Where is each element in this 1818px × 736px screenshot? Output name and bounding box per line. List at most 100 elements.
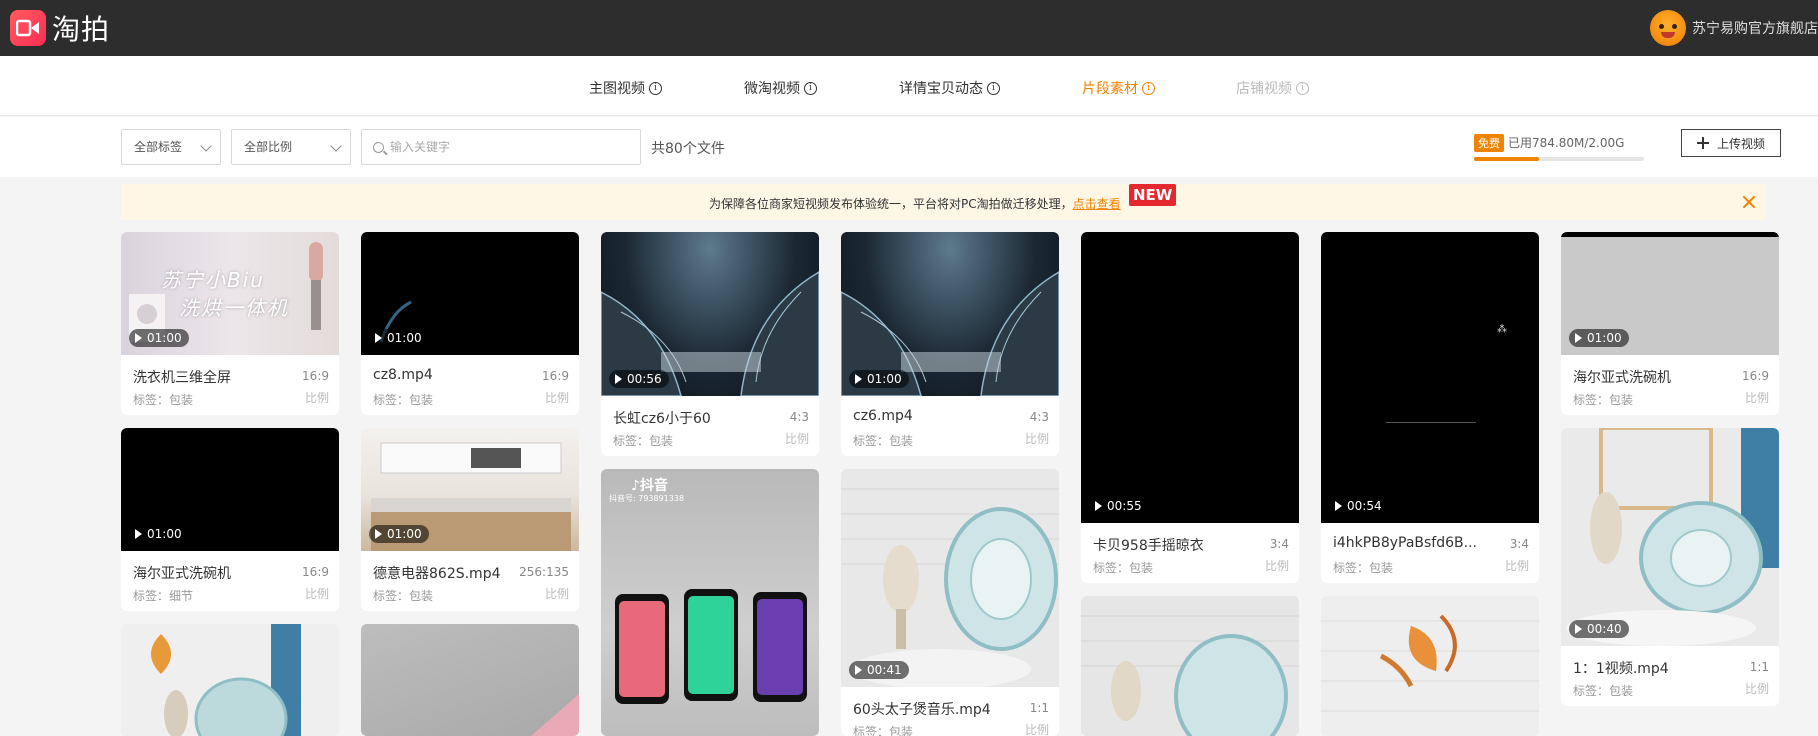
tab-main-video[interactable]: 主图视频 i [589,78,662,98]
tab-clip-material[interactable]: 片段素材 i [1082,78,1155,98]
tab-shop-video[interactable]: 店铺视频 i [1236,78,1309,98]
dishes-scene [841,469,1059,687]
ratio-label: 比例 [1744,682,1769,696]
video-card[interactable] [1321,596,1539,736]
video-ratio: 1:1 [1749,660,1769,674]
video-ratio: 256:135 [519,565,569,579]
tab-label: 微淘视频 [744,81,800,97]
video-card[interactable]: 00:55 卡贝958手摇晾衣 标签：包装 3:4 比例 [1081,232,1299,583]
storage-used-text: 已用784.80M/2.00G [1508,136,1625,150]
duration-badge: 00:41 [849,661,909,679]
video-card[interactable]: ♪抖音 抖音号: 793891338 [601,469,819,736]
close-icon[interactable] [1741,194,1757,210]
video-meta: 长虹cz6小于60 标签：包装 4:3 比例 [601,396,819,456]
video-meta: cz8.mp4 标签：包装 16:9 比例 [361,355,579,415]
dishes-scene [1561,428,1779,646]
video-card[interactable]: 01:00 海尔亚式洗碗机 标签：包装 16:9 比例 [1561,232,1779,415]
duration-badge: 00:54 [1329,497,1389,515]
play-icon [1095,501,1102,511]
notice-text: 为保障各位商家短视频发布体验统一，平台将对PC淘拍做迁移处理， [709,197,1073,211]
info-icon[interactable]: i [987,81,1000,95]
duration-text: 00:41 [867,663,902,677]
video-thumbnail: 01:00 [841,232,1059,396]
video-card[interactable]: 苏宁小Biu 洗烘一体机 01:00 洗衣机三维全屏 标签：包装 16:9 比例 [121,232,339,415]
free-badge: 免费 [1474,134,1504,152]
video-thumbnail: 01:00 [361,232,579,355]
info-icon[interactable]: i [1142,81,1155,95]
video-tag: 标签：包装 [1573,393,1634,407]
duration-badge: 01:00 [129,329,189,347]
ratio-label: 比例 [304,391,329,405]
duration-badge: 00:40 [1569,620,1629,638]
video-tag: 标签：包装 [853,725,914,736]
ratio-label: 比例 [1024,723,1049,736]
duration-text: 00:54 [1347,499,1382,513]
duration-text: 01:00 [147,527,182,541]
duration-text: 01:00 [147,331,182,345]
storage-quota: 免费 已用784.80M/2.00G [1474,132,1644,161]
upload-label: 上传视频 [1716,136,1765,151]
video-card[interactable]: 01:00 cz6.mp4 标签：包装 4:3 比例 [841,232,1059,456]
tab-label: 主图视频 [589,81,645,97]
notice-link[interactable]: 点击查看 [1073,197,1121,211]
video-card[interactable] [121,624,339,736]
play-icon [1335,501,1342,511]
info-icon[interactable]: i [804,81,817,95]
tab-bar: 主图视频 i 微淘视频 i 详情宝贝动态 i 片段素材 i 店铺视频 i [0,56,1818,116]
video-title: 海尔亚式洗碗机 [1573,370,1671,386]
app-logo[interactable]: 淘拍 [10,10,110,46]
duration-text: 00:56 [627,372,662,386]
duration-badge: 01:00 [1569,329,1629,347]
brand-watermark: ⁂ [1497,324,1507,335]
play-icon [135,333,142,343]
ratio-label: 比例 [1264,559,1289,573]
upload-video-button[interactable]: 上传视频 [1681,129,1781,157]
duration-badge: 01:00 [369,525,429,543]
video-card[interactable]: 01:00 cz8.mp4 标签：包装 16:9 比例 [361,232,579,415]
tag-filter-value: 全部标签 [134,140,183,154]
video-card[interactable]: 01:00 德意电器862S.mp4 标签：包装 256:135 比例 [361,428,579,611]
video-title: 长虹cz6小于60 [613,411,711,427]
video-title: 1：1视频.mp4 [1573,661,1669,677]
video-tag: 标签：包装 [853,434,914,448]
tab-weitao-video[interactable]: 微淘视频 i [744,78,817,98]
tag-filter-select[interactable]: 全部标签 [121,129,221,165]
chevron-down-icon [200,140,212,152]
shop-account[interactable]: 苏宁易购官方旗舰店 [1650,10,1818,46]
tab-label: 详情宝贝动态 [899,81,983,97]
filter-bar: 全部标签 全部比例 共80个文件 免费已用784.80M/2.00G 上传视频 [0,117,1818,177]
camera-icon [10,10,46,46]
video-meta: 洗衣机三维全屏 标签：包装 16:9 比例 [121,355,339,415]
info-icon[interactable]: i [649,81,662,95]
video-thumbnail: 01:00 [1561,232,1779,355]
storage-progress-bar [1474,157,1644,161]
app-name: 淘拍 [52,13,111,46]
video-meta: 1：1视频.mp4 标签：包装 1:1 比例 [1561,646,1779,706]
info-icon[interactable]: i [1296,81,1309,95]
video-ratio: 16:9 [1742,369,1769,383]
video-card[interactable]: 00:40 1：1视频.mp4 标签：包装 1:1 比例 [1561,428,1779,706]
video-thumbnail [1081,596,1299,736]
duration-text: 01:00 [1587,331,1622,345]
top-bar: 淘拍 苏宁易购官方旗舰店 [0,0,1818,56]
video-card[interactable] [361,624,579,736]
video-meta: 德意电器862S.mp4 标签：包装 256:135 比例 [361,551,579,611]
video-card[interactable]: 00:41 60头太子煲音乐.mp4 标签：包装 1:1 比例 [841,469,1059,736]
search-input[interactable] [390,130,635,164]
play-icon [855,374,862,384]
video-card[interactable] [1081,596,1299,736]
video-title: 海尔亚式洗碗机 [133,566,231,582]
video-card[interactable]: ⁂ 00:54 i4hkPB8yPaBsfd6B... 标签：包装 3:4 比例 [1321,232,1539,583]
video-tag: 标签：包装 [1573,684,1634,698]
plus-icon [1696,137,1709,149]
thumbnail-caption: 洗烘一体机 [179,296,289,320]
duration-text: 01:00 [867,372,902,386]
video-card[interactable]: 00:56 长虹cz6小于60 标签：包装 4:3 比例 [601,232,819,456]
ratio-filter-select[interactable]: 全部比例 [231,129,351,165]
video-title: 洗衣机三维全屏 [133,370,231,386]
chevron-down-icon [330,140,342,152]
video-title: cz6.mp4 [853,408,913,424]
tab-detail-dynamic[interactable]: 详情宝贝动态 i [899,78,1000,98]
video-thumbnail [361,624,579,736]
video-card[interactable]: 01:00 海尔亚式洗碗机 标签：细节 16:9 比例 [121,428,339,611]
